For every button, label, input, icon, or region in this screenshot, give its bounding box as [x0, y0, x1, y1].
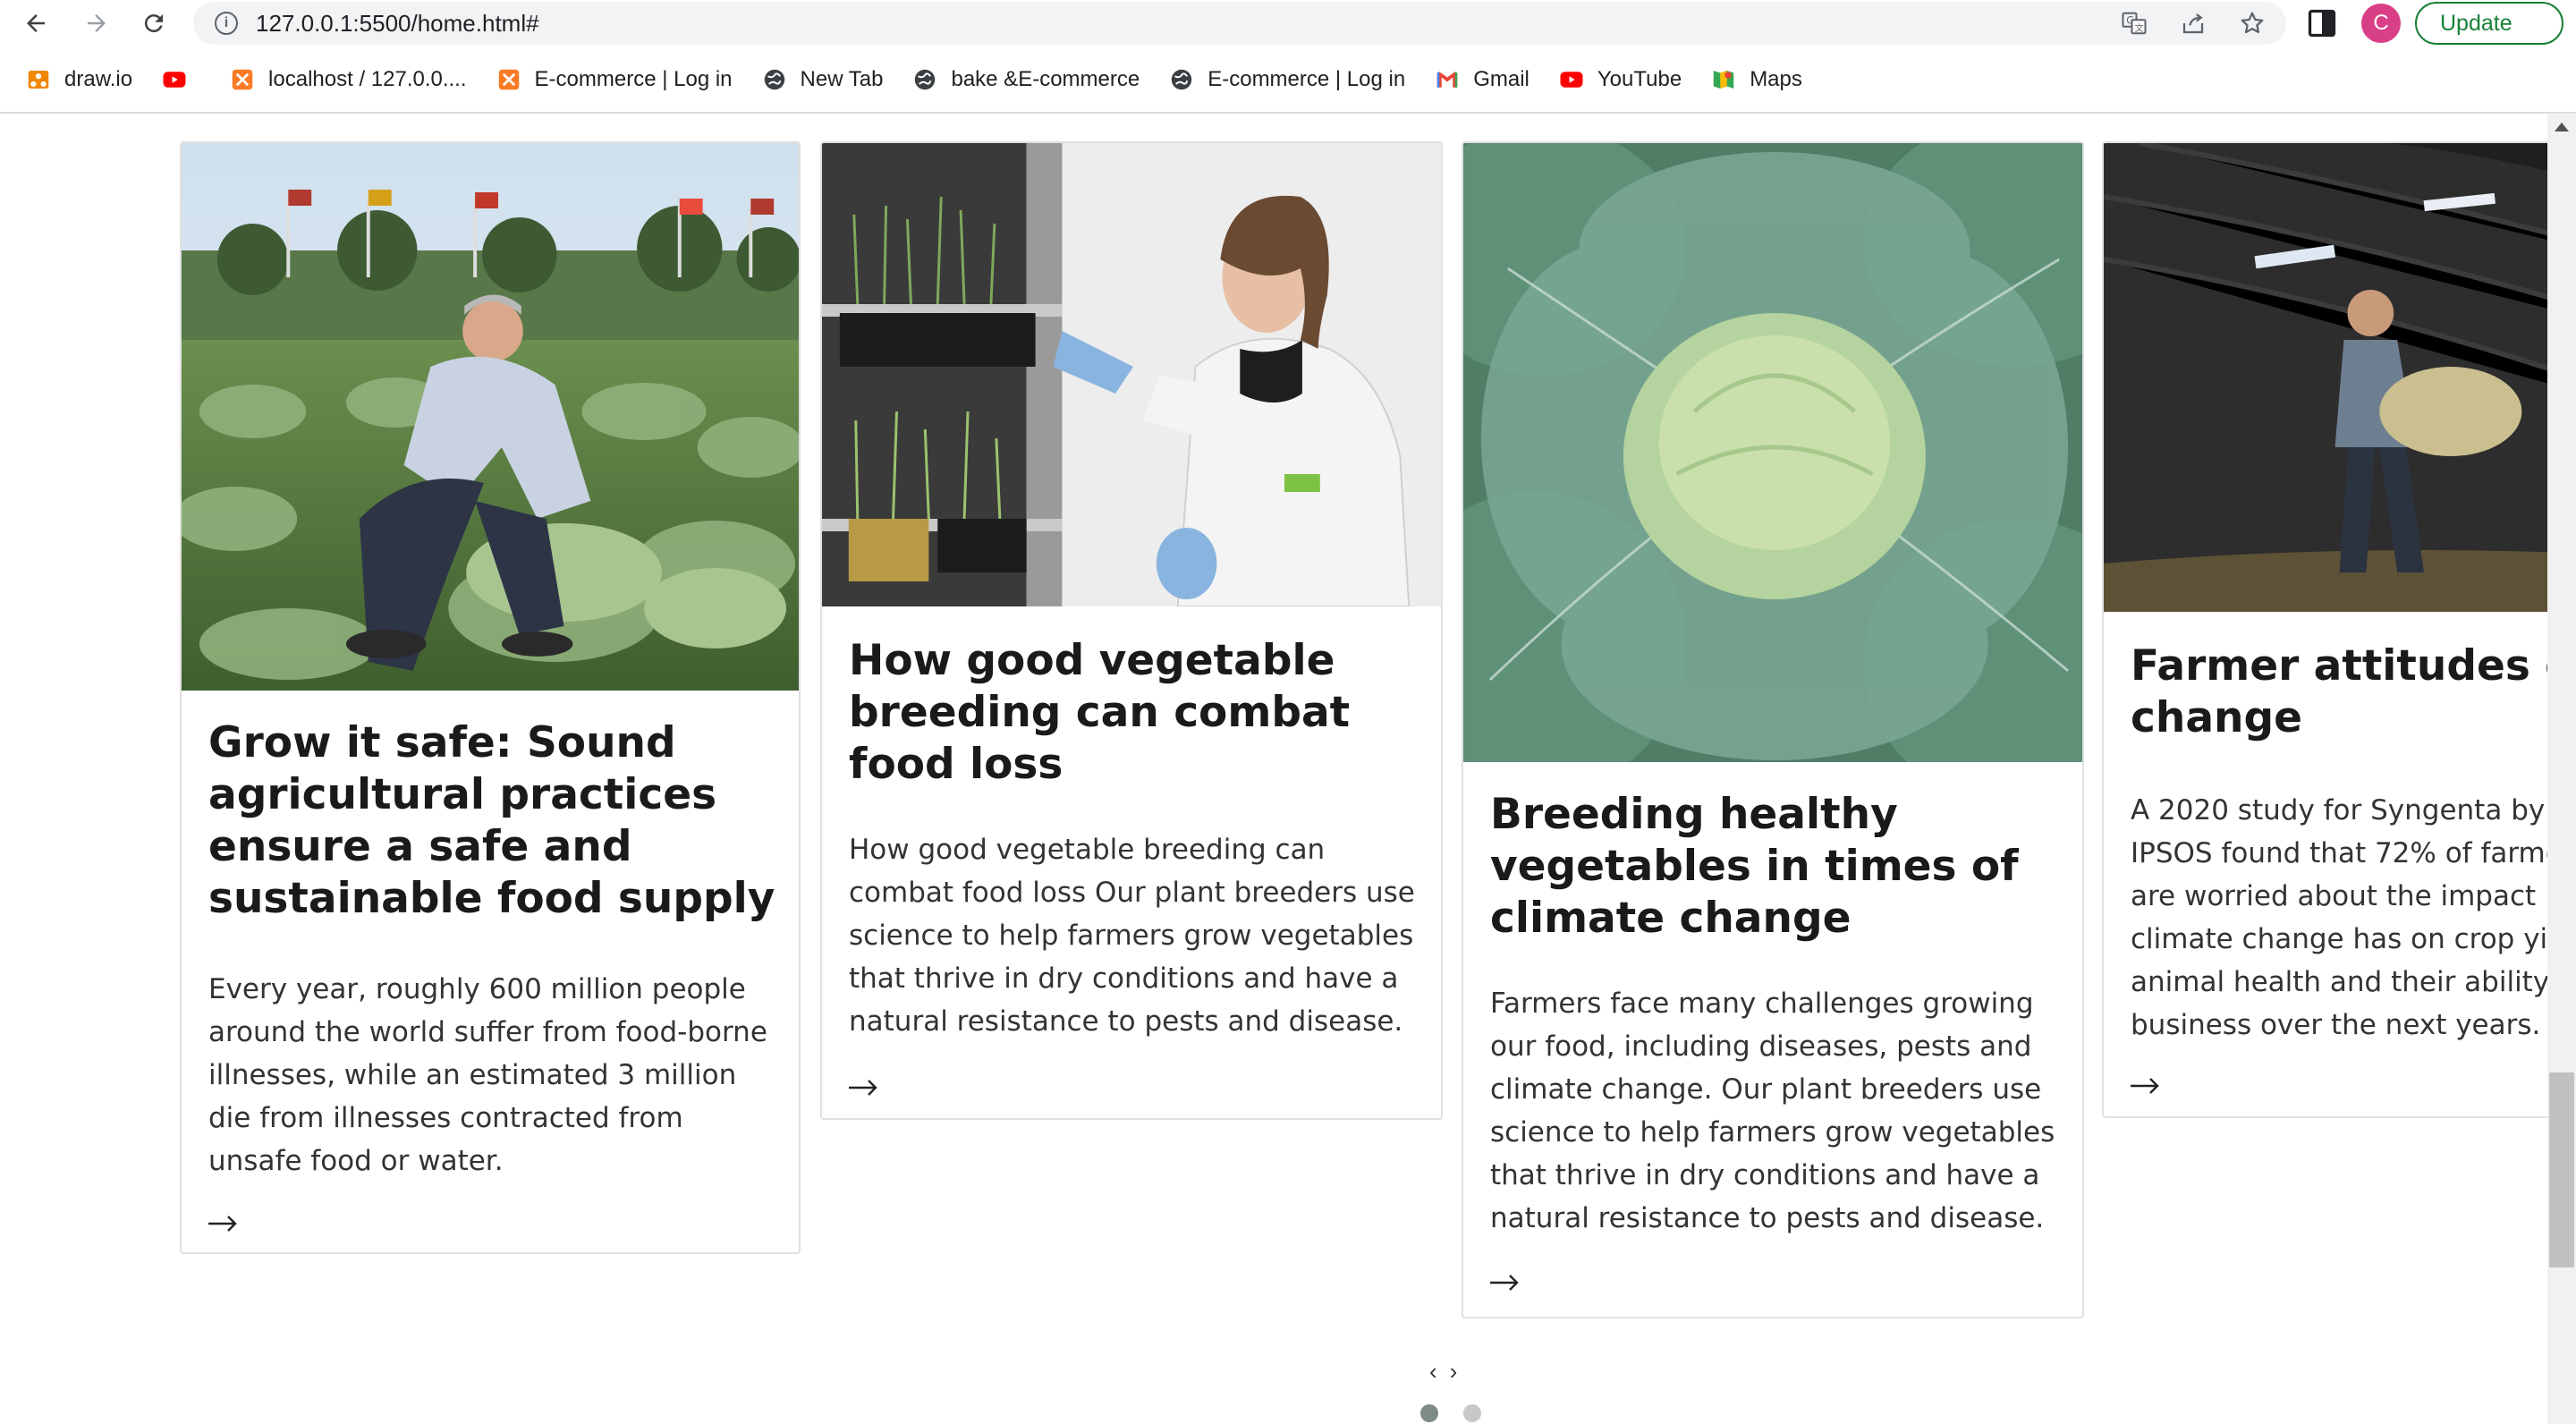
side-panel-icon[interactable] — [2306, 7, 2338, 39]
card-title: Grow it safe: Sound agricultural practic… — [208, 718, 775, 923]
bookmark-item[interactable]: E-commerce | Log in — [496, 66, 733, 93]
card-text: Farmers face many challenges growing our… — [1490, 987, 2055, 1234]
share-icon[interactable] — [2174, 4, 2213, 43]
card-text: Every year, roughly 600 million people a… — [208, 973, 767, 1177]
xampp-icon — [229, 66, 256, 93]
card-text: A 2020 study for Syngenta by IPSOS found… — [2131, 794, 2547, 1041]
translate-icon[interactable]: G文 — [2114, 4, 2154, 43]
youtube-icon — [161, 66, 188, 93]
article-card[interactable]: How good vegetable breeding can combat f… — [820, 141, 1443, 1120]
svg-text:文: 文 — [2135, 22, 2144, 34]
maps-icon — [1710, 66, 1737, 93]
carousel-dot[interactable] — [1463, 1404, 1481, 1422]
read-more-arrow-icon[interactable] — [849, 1079, 879, 1097]
bookmark-label: draw.io — [64, 67, 133, 91]
forward-arrow-icon[interactable] — [73, 0, 120, 47]
card-image — [182, 143, 799, 691]
page-scrollbar[interactable] — [2547, 114, 2576, 1424]
carousel-next-button[interactable]: › — [1450, 1358, 1458, 1386]
article-card[interactable]: Farmer attitudes on climate change A 202… — [2102, 141, 2547, 1118]
bookmark-star-icon[interactable] — [2233, 4, 2272, 43]
bookmark-label: Maps — [1750, 67, 1802, 91]
site-info-icon[interactable]: i — [215, 12, 238, 35]
carousel-dot[interactable] — [1420, 1404, 1438, 1422]
bookmark-label: bake &E-commerce — [951, 67, 1140, 91]
card-title: Breeding healthy vegetables in times of … — [1490, 790, 2019, 943]
carousel-nav: ‹ › — [1429, 1358, 1457, 1386]
carousel-dots — [1420, 1404, 1481, 1422]
bookmark-label: E-commerce | Log in — [1208, 67, 1406, 91]
bookmark-label: New Tab — [800, 67, 884, 91]
read-more-arrow-icon[interactable] — [2131, 1077, 2161, 1095]
drawio-icon — [25, 66, 52, 93]
bookmark-label: localhost / 127.0.0.... — [268, 67, 467, 91]
scroll-up-arrow-icon[interactable] — [2555, 123, 2569, 131]
globe-icon — [911, 66, 938, 93]
update-label: Update — [2440, 10, 2512, 36]
profile-avatar[interactable]: C — [2361, 4, 2401, 43]
card-text: How good vegetable breeding can combat f… — [849, 834, 1415, 1038]
bookmark-item[interactable]: Maps — [1710, 66, 1802, 93]
bookmark-item[interactable]: New Tab — [761, 66, 884, 93]
carousel-prev-button[interactable]: ‹ — [1429, 1358, 1437, 1386]
bookmark-label: Gmail — [1473, 67, 1530, 91]
bookmark-item[interactable]: draw.io — [25, 66, 132, 93]
bookmarks-bar: draw.io localhost / 127.0.0.... E-commerce… — [0, 54, 2576, 106]
globe-icon — [1168, 66, 1195, 93]
bookmark-item[interactable]: localhost / 127.0.0.... — [229, 66, 467, 93]
scrollbar-thumb[interactable] — [2549, 1072, 2574, 1267]
card-image — [1463, 143, 2082, 762]
bookmark-item[interactable]: E-commerce | Log in — [1168, 66, 1405, 93]
address-bar[interactable]: i 127.0.0.1:5500/home.html# G文 — [193, 2, 2286, 45]
article-card[interactable]: Grow it safe: Sound agricultural practic… — [180, 141, 801, 1254]
bookmark-item[interactable]: Gmail — [1434, 66, 1530, 93]
url-text[interactable]: 127.0.0.1:5500/home.html# — [256, 10, 539, 38]
back-arrow-icon[interactable] — [13, 0, 59, 47]
gmail-icon — [1434, 66, 1461, 93]
bookmark-label: E-commerce | Log in — [534, 67, 733, 91]
globe-icon — [761, 66, 788, 93]
xampp-icon — [496, 66, 522, 93]
article-card[interactable]: Breeding healthy vegetables in times of … — [1462, 141, 2084, 1318]
reload-icon[interactable] — [131, 0, 177, 47]
page-viewport: Grow it safe: Sound agricultural practic… — [0, 114, 2547, 1424]
card-image — [2104, 143, 2547, 612]
youtube-icon — [1558, 66, 1585, 93]
card-title: Farmer attitudes on climate change — [2131, 641, 2547, 742]
read-more-arrow-icon[interactable] — [208, 1215, 239, 1233]
bookmark-item[interactable] — [161, 66, 200, 93]
card-image — [822, 143, 1441, 606]
bookmark-item[interactable]: YouTube — [1558, 66, 1682, 93]
bookmark-item[interactable]: bake &E-commerce — [911, 66, 1140, 93]
browser-toolbar: i 127.0.0.1:5500/home.html# G文 C Update — [0, 0, 2576, 47]
card-title: How good vegetable breeding can combat f… — [849, 636, 1351, 789]
bookmark-label: YouTube — [1597, 67, 1682, 91]
read-more-arrow-icon[interactable] — [1490, 1274, 1521, 1292]
update-button[interactable]: Update — [2415, 2, 2563, 45]
